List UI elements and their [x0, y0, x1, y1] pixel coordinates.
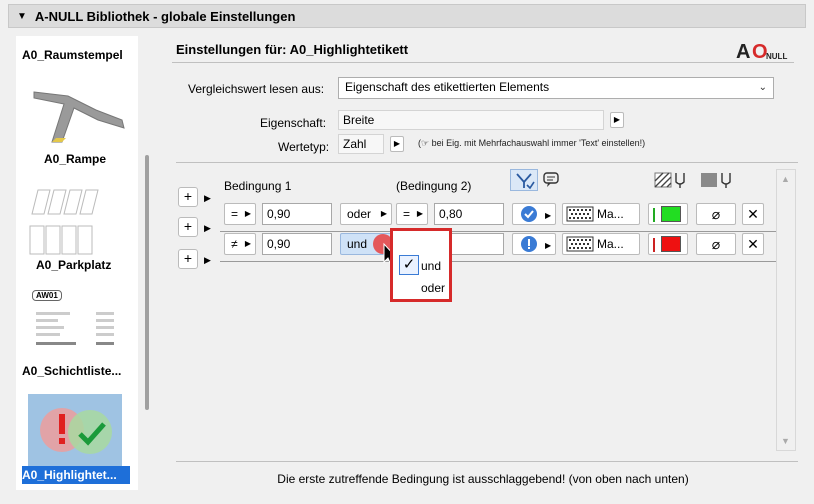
- compare-source-dropdown[interactable]: Eigenschaft des etikettierten Elements ⌄: [338, 77, 774, 99]
- color-picker-2[interactable]: [648, 233, 688, 255]
- svg-text:A: A: [736, 41, 750, 62]
- no-pen-button[interactable]: ⌀: [696, 203, 736, 225]
- check-circle-icon: ▶: [521, 206, 552, 222]
- sidebar-library-list[interactable]: A0_Raumstempel A0_Rampe A0_Parkplatz AW0…: [16, 36, 138, 490]
- pattern-label: Ma...: [597, 237, 624, 251]
- delete-row-button-2[interactable]: ✕: [742, 233, 764, 255]
- exclamation-circle-icon: ▶: [521, 236, 552, 252]
- svg-text:NULL: NULL: [766, 52, 787, 61]
- conditions-scrollbar[interactable]: ▲ ▼: [776, 169, 796, 451]
- schichtliste-preview-image: [36, 312, 114, 345]
- valuetype-hint: (☞ bei Eig. mit Mehrfachauswahl immer 'T…: [418, 138, 646, 148]
- color-swatch-red: [661, 236, 681, 252]
- add-condition-button-1[interactable]: +: [178, 187, 198, 207]
- checkmark-icon: ✓: [399, 255, 419, 275]
- condition1-header: Bedingung 1: [224, 179, 292, 193]
- footer-note: Die erste zutreffende Bedingung ist auss…: [277, 472, 689, 486]
- menu-item-und[interactable]: und: [421, 259, 441, 273]
- pattern-dropdown[interactable]: Ma...: [562, 233, 640, 255]
- tree-filter-icon: [516, 173, 535, 190]
- logic-dropdown[interactable]: oder ▶: [340, 203, 392, 225]
- property-label: Eigenschaft:: [260, 116, 327, 130]
- sidebar-scrollbar[interactable]: [145, 155, 149, 410]
- conditions-panel: Bedingung 1 (Bedingung 2) ▲ ▼ + ▶ + ▶ + …: [176, 162, 798, 462]
- add-condition-button-2[interactable]: +: [178, 217, 198, 237]
- color-swatch-green: [661, 206, 681, 222]
- speech-bubble-icon[interactable]: [542, 171, 560, 189]
- play-icon: ▶: [204, 255, 211, 265]
- sidebar-item-rampe[interactable]: A0_Rampe: [44, 152, 106, 166]
- sidebar-item-highlightetikett[interactable]: A0_Highlightet...: [22, 468, 117, 482]
- main-settings-panel: Einstellungen für: A0_Highlightetikett A…: [166, 36, 800, 494]
- hatch-pattern-column-icon: [654, 172, 685, 188]
- section-title: Einstellungen für: A0_Highlightetikett: [176, 42, 409, 57]
- add-condition-button-3[interactable]: +: [178, 249, 198, 269]
- no-pen-button[interactable]: ⌀: [696, 233, 736, 255]
- sidebar-item-parkplatz[interactable]: A0_Parkplatz: [36, 258, 111, 272]
- sidebar-item-raumstempel[interactable]: A0_Raumstempel: [22, 48, 123, 62]
- play-icon: ▶: [204, 223, 211, 233]
- menu-item-oder[interactable]: oder: [421, 281, 445, 295]
- highlight-mode-button[interactable]: [510, 169, 538, 191]
- color-marker: [653, 238, 655, 252]
- play-icon: ▶: [204, 193, 211, 203]
- operator1-dropdown[interactable]: = ▶: [224, 203, 256, 225]
- a-null-logo: A O NULL: [736, 41, 787, 62]
- pattern-label: Ma...: [597, 207, 624, 221]
- schichtliste-tag: AW01: [32, 290, 62, 301]
- row-divider: [220, 231, 776, 232]
- collapse-triangle-icon[interactable]: ▼: [17, 11, 27, 22]
- chevron-down-icon: ⌄: [758, 82, 767, 93]
- svg-text:▶: ▶: [545, 211, 552, 220]
- svg-text:▶: ▶: [545, 241, 552, 250]
- ramp-preview-image: [33, 91, 125, 143]
- window-titlebar[interactable]: ▼ A-NULL Bibliothek - globale Einstellun…: [8, 4, 806, 28]
- operator1-dropdown[interactable]: ≠ ▶: [224, 233, 256, 255]
- valuetype-field[interactable]: Zahl: [338, 134, 384, 154]
- title-divider: [172, 62, 794, 63]
- logic-popup-menu: ✓ und oder: [390, 228, 452, 302]
- compare-label: Vergleichswert lesen aus:: [188, 82, 325, 96]
- parking-preview-image: [29, 189, 99, 255]
- conditions-bottom-divider: [176, 461, 798, 462]
- valuetype-picker-button[interactable]: ▶: [390, 136, 404, 152]
- pattern-dropdown[interactable]: Ma...: [562, 203, 640, 225]
- compare-source-value: Eigenschaft des etikettierten Elements: [345, 80, 550, 94]
- valuetype-label: Wertetyp:: [278, 140, 330, 154]
- scroll-down-icon[interactable]: ▼: [781, 436, 790, 446]
- sidebar-item-schichtliste[interactable]: A0_Schichtliste...: [22, 364, 121, 378]
- property-picker-button[interactable]: ▶: [610, 112, 624, 128]
- row-divider: [220, 261, 776, 262]
- property-field[interactable]: Breite: [338, 110, 604, 130]
- status-icon-dropdown[interactable]: ▶: [512, 203, 556, 225]
- color-picker-1[interactable]: [648, 203, 688, 225]
- fill-color-column-icon: [701, 173, 731, 188]
- status-icon-dropdown[interactable]: ▶: [512, 233, 556, 255]
- condition2-header: (Bedingung 2): [396, 179, 472, 193]
- value2-field[interactable]: 0,80: [434, 203, 504, 225]
- delete-row-button-1[interactable]: ✕: [742, 203, 764, 225]
- window-title: A-NULL Bibliothek - globale Einstellunge…: [34, 8, 296, 24]
- scroll-up-icon[interactable]: ▲: [781, 174, 790, 184]
- operator2-dropdown[interactable]: = ▶: [396, 203, 428, 225]
- color-marker: [653, 208, 655, 222]
- value1-field[interactable]: 0,90: [262, 203, 332, 225]
- value1-field[interactable]: 0,90: [262, 233, 332, 255]
- highlight-preview-image: [28, 394, 122, 466]
